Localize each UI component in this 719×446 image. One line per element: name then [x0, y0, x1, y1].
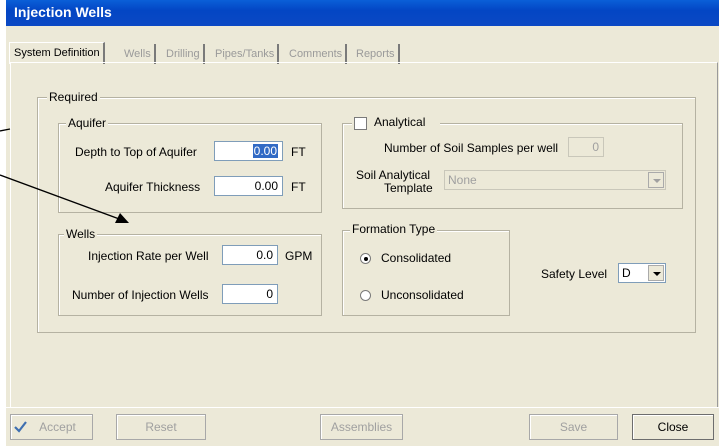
annotation-arrow: [0, 128, 129, 223]
